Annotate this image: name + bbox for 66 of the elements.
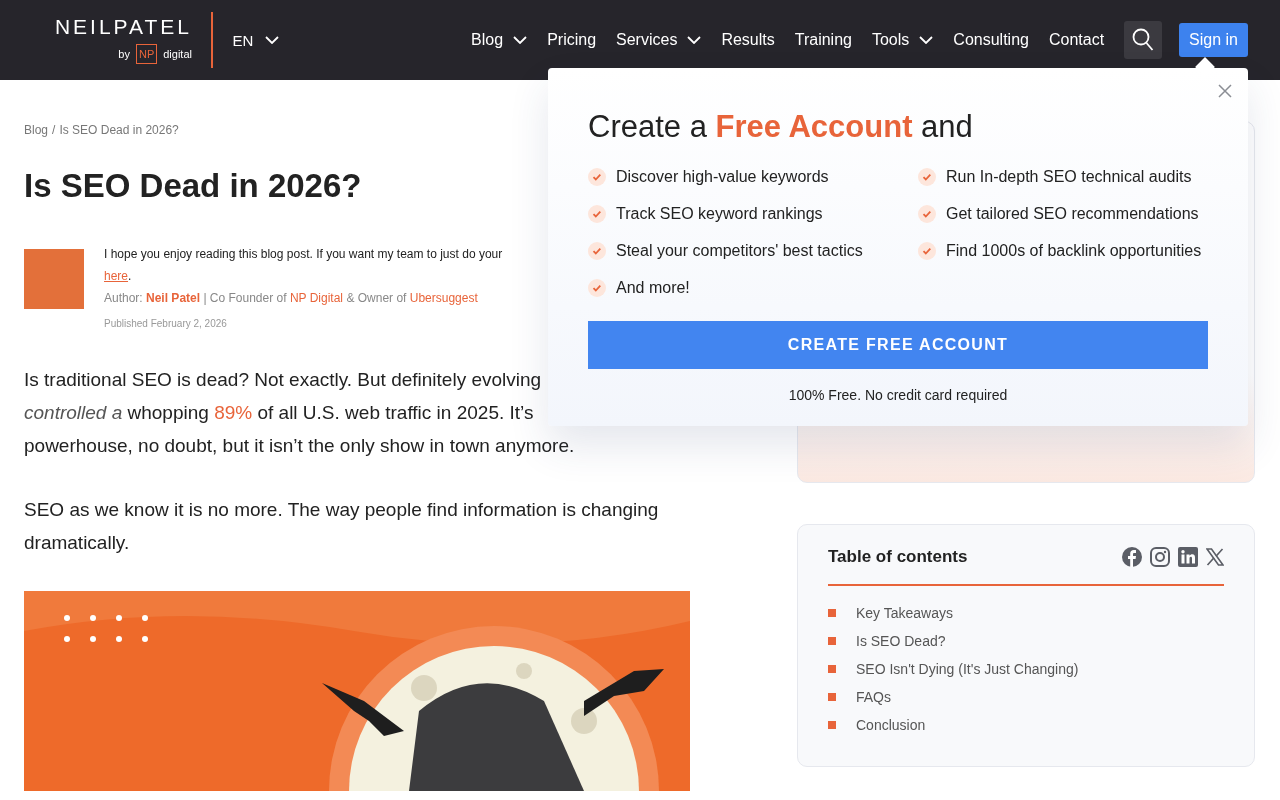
author-photo bbox=[24, 249, 84, 309]
popup-note: 100% Free. No credit card required bbox=[787, 387, 1009, 403]
chevron-down-icon[interactable] bbox=[513, 36, 528, 44]
toc-link[interactable]: Key Takeaways bbox=[856, 604, 953, 622]
search-icon bbox=[1132, 28, 1155, 52]
feature-text: Run In-depth SEO technical audits bbox=[946, 168, 1192, 186]
x-icon[interactable] bbox=[1206, 548, 1224, 566]
body-text-line: controlled a whopping 89% of all U.S. web traffic in 2025. It’s bbox=[24, 401, 535, 425]
bullet-marker bbox=[828, 721, 836, 729]
check-icon bbox=[588, 279, 606, 297]
nav-link[interactable]: Training bbox=[794, 31, 852, 49]
popup-title: Create a Free Account and bbox=[588, 108, 974, 146]
logo-badge: NP bbox=[135, 44, 158, 64]
feature-text: Steal your competitors' best tactics bbox=[616, 242, 863, 260]
sign-in-button[interactable]: Sign in bbox=[1179, 23, 1248, 57]
nav-link[interactable]: Consulting bbox=[953, 31, 1029, 49]
logo-wordmark[interactable]: NEILPATEL bbox=[54, 16, 192, 38]
nav-link[interactable]: Contact bbox=[1048, 31, 1105, 49]
bullet-marker bbox=[828, 609, 836, 617]
search-button[interactable] bbox=[1124, 21, 1163, 59]
breadcrumb-link[interactable]: Blog bbox=[24, 123, 49, 137]
body-text-line: Is traditional SEO is dead? Not exactly. But definitely evolving bbox=[24, 368, 543, 392]
language-selector[interactable]: EN bbox=[232, 31, 280, 49]
bullet-marker bbox=[828, 637, 836, 645]
body-text-line: SEO as we know it is no more. The way people find information is changing bbox=[24, 498, 660, 522]
feature-text: Find 1000s of backlink opportunities bbox=[946, 242, 1202, 260]
check-icon bbox=[918, 242, 936, 260]
logo-by-text: by bbox=[118, 48, 130, 60]
check-icon bbox=[918, 205, 936, 223]
create-account-button[interactable]: CREATE FREE ACCOUNT bbox=[588, 321, 1208, 369]
publish-date: Published February 2, 2026 bbox=[104, 318, 228, 329]
logo-brand-text: digital bbox=[163, 48, 192, 60]
body-text-line: powerhouse, no doubt, but it isn’t the only show in town anymore. bbox=[24, 434, 576, 458]
nav-link[interactable]: Blog bbox=[471, 31, 528, 49]
toc-title: Table of contents bbox=[828, 547, 968, 567]
article-title: Is SEO Dead in 2026? bbox=[24, 167, 362, 205]
body-text-line: dramatically. bbox=[24, 531, 131, 555]
toc-link[interactable]: Conclusion bbox=[856, 716, 926, 734]
check-icon bbox=[588, 168, 606, 186]
feature-text: Get tailored SEO recommendations bbox=[946, 205, 1199, 223]
feature-text: Track SEO keyword rankings bbox=[616, 205, 823, 223]
close-icon[interactable] bbox=[1218, 84, 1232, 98]
instagram-icon[interactable] bbox=[1150, 547, 1170, 567]
facebook-icon[interactable] bbox=[1122, 547, 1142, 567]
nav-link[interactable]: Services bbox=[616, 31, 702, 49]
chevron-down-icon[interactable] bbox=[919, 36, 934, 44]
check-icon bbox=[588, 205, 606, 223]
check-icon bbox=[588, 242, 606, 260]
linkedin-icon[interactable] bbox=[1178, 547, 1198, 567]
toc-link[interactable]: Is SEO Dead? bbox=[856, 632, 946, 650]
nav-link[interactable]: Results bbox=[721, 31, 775, 49]
breadcrumb-separator: / bbox=[52, 123, 56, 137]
feature-text: And more! bbox=[616, 279, 690, 297]
toc-link[interactable]: FAQs bbox=[856, 688, 891, 706]
feature-text: Discover high-value keywords bbox=[616, 168, 829, 186]
nav-link[interactable]: Tools bbox=[871, 31, 934, 49]
intro-message: I hope you enjoy reading this blog post. If you want my team to just do your here. bbox=[104, 246, 503, 285]
author-line: Author: Neil Patel | Co Founder of NP Digital & Owner of Ubersuggest bbox=[104, 291, 479, 305]
breadcrumb-link[interactable]: Is SEO Dead in 2026? bbox=[59, 123, 179, 137]
bullet-marker bbox=[828, 665, 836, 673]
bullet-marker bbox=[828, 693, 836, 701]
chevron-down-icon[interactable] bbox=[687, 36, 702, 44]
nav-link[interactable]: Pricing bbox=[547, 31, 597, 49]
toc-link[interactable]: SEO Isn't Dying (It's Just Changing) bbox=[856, 660, 1079, 678]
chevron-down-icon[interactable] bbox=[265, 36, 280, 44]
check-icon bbox=[918, 168, 936, 186]
